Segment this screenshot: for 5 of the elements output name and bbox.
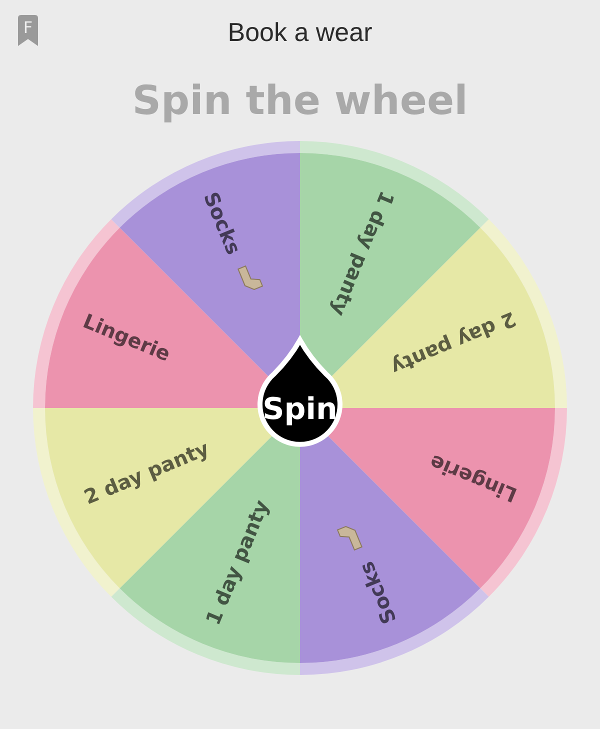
segment-label: Socks	[198, 188, 246, 258]
segment-label: Socks	[354, 558, 402, 628]
spin-button[interactable]: Spin	[258, 338, 342, 447]
wheel-heading: Spin the wheel	[132, 77, 468, 126]
page-title: Book a wear	[228, 16, 372, 48]
